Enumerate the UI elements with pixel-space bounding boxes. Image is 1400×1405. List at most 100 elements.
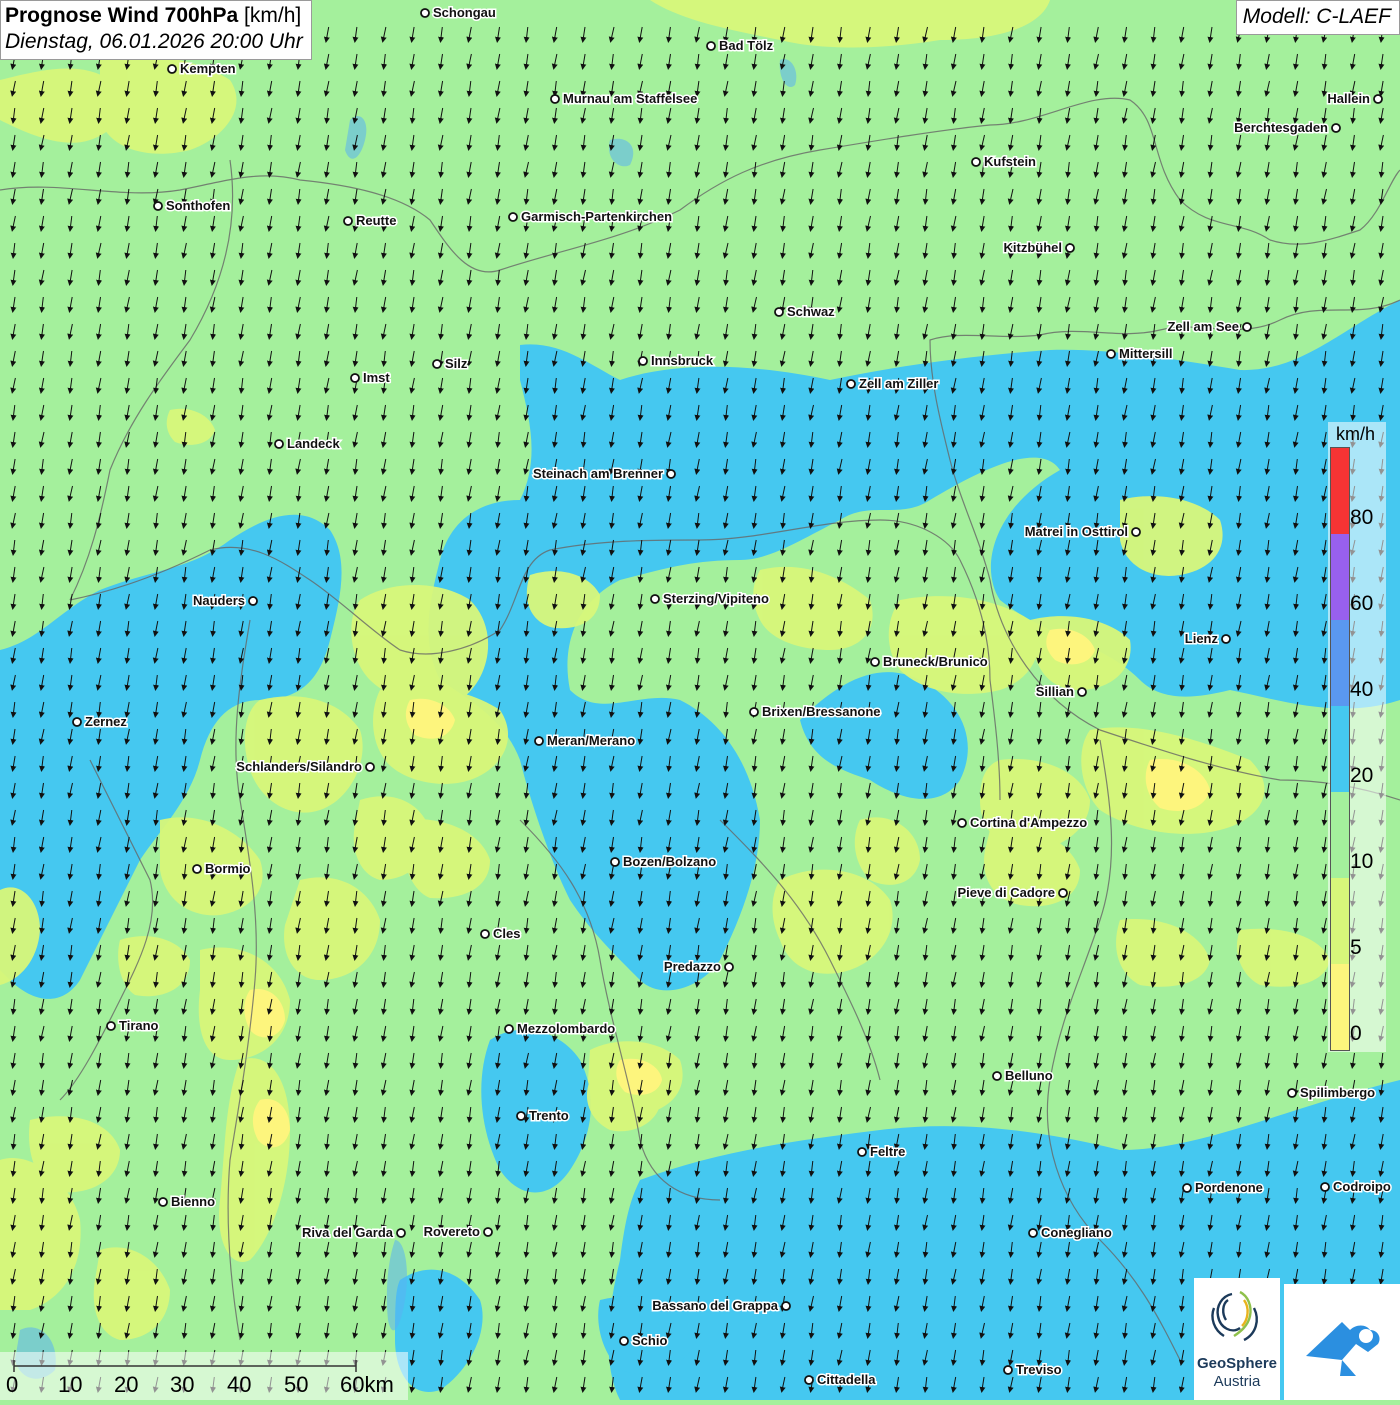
- city-label: Schwaz: [787, 304, 835, 319]
- city-dot-icon: [992, 1071, 1002, 1081]
- city-dot-icon: [1058, 888, 1068, 898]
- city-marker[interactable]: Innsbruck: [638, 352, 715, 370]
- city-label: Landeck: [287, 436, 341, 451]
- app-logo[interactable]: [1284, 1284, 1400, 1400]
- city-dot-icon: [619, 1336, 629, 1346]
- city-label: Brixen/Bressanone: [762, 704, 881, 719]
- city-dot-icon: [638, 356, 648, 366]
- city-marker[interactable]: Spilimbergo: [1287, 1084, 1377, 1102]
- city-marker[interactable]: Matrei in Osttirol: [1023, 523, 1141, 541]
- city-label: Bormio: [205, 861, 251, 876]
- city-label: Kufstein: [984, 154, 1036, 169]
- legend-segment: [1331, 620, 1349, 706]
- city-marker[interactable]: Brixen/Bressanone: [749, 703, 882, 721]
- city-marker[interactable]: Steinach am Brenner: [531, 465, 676, 483]
- legend-tick-label: 20: [1350, 764, 1374, 787]
- city-dot-icon: [158, 1197, 168, 1207]
- city-marker[interactable]: Bassano del Grappa: [651, 1297, 791, 1315]
- city-dot-icon: [650, 594, 660, 604]
- city-dot-icon: [248, 596, 258, 606]
- city-marker[interactable]: Zell am Ziller: [846, 375, 940, 393]
- city-marker[interactable]: Riva del Garda: [300, 1224, 406, 1242]
- city-dot-icon: [72, 717, 82, 727]
- city-dot-icon: [432, 359, 442, 369]
- city-label: Garmisch-Partenkirchen: [521, 209, 672, 224]
- city-marker[interactable]: Schlanders/Silandro: [235, 758, 375, 776]
- city-label: Bassano del Grappa: [652, 1298, 778, 1313]
- city-marker[interactable]: Mezzolombardo: [504, 1020, 617, 1038]
- wind-map[interactable]: Schongau Bad Tölz Kempten Hallein Murnau am …: [0, 0, 1400, 1400]
- city-label: Predazzo: [664, 959, 721, 974]
- city-dot-icon: [706, 41, 716, 51]
- city-dot-icon: [550, 94, 560, 104]
- city-marker[interactable]: Sonthofen: [153, 197, 232, 215]
- city-label: Pieve di Cadore: [957, 885, 1055, 900]
- title-unit: [km/h]: [244, 4, 302, 27]
- city-label: Treviso: [1016, 1362, 1062, 1377]
- scale-label: 50: [284, 1372, 309, 1397]
- city-dot-icon: [153, 201, 163, 211]
- city-dot-icon: [365, 762, 375, 772]
- geosphere-name: GeoSphere: [1196, 1355, 1278, 1372]
- city-marker[interactable]: Garmisch-Partenkirchen: [508, 208, 674, 226]
- city-dot-icon: [1242, 322, 1252, 332]
- legend-segment: [1331, 792, 1349, 878]
- city-marker[interactable]: Sterzing/Vipiteno: [650, 590, 770, 608]
- city-label: Spilimbergo: [1300, 1085, 1375, 1100]
- legend-tick-label: 80: [1350, 506, 1374, 529]
- city-marker[interactable]: Pordenone: [1182, 1179, 1264, 1197]
- city-label: Sterzing/Vipiteno: [663, 591, 769, 606]
- city-label: Bienno: [171, 1194, 215, 1209]
- city-dot-icon: [343, 216, 353, 226]
- city-label: Cles: [493, 926, 520, 941]
- city-label: Kitzbühel: [1004, 240, 1063, 255]
- city-dot-icon: [1287, 1088, 1297, 1098]
- city-dot-icon: [724, 962, 734, 972]
- city-label: Codroipo: [1333, 1179, 1391, 1194]
- city-dot-icon: [1028, 1228, 1038, 1238]
- scale-bar: 0 10 20 30 40 50 60km: [0, 1352, 408, 1400]
- city-dot-icon: [1182, 1183, 1192, 1193]
- city-label: Bozen/Bolzano: [623, 854, 716, 869]
- city-dot-icon: [610, 857, 620, 867]
- city-label: Nauders: [193, 593, 245, 608]
- city-marker[interactable]: Schongau: [420, 4, 497, 22]
- scale-label: 60km: [340, 1372, 394, 1397]
- city-label: Sonthofen: [166, 198, 230, 213]
- city-label: Matrei in Osttirol: [1025, 524, 1128, 539]
- city-label: Riva del Garda: [302, 1225, 394, 1240]
- city-dot-icon: [1131, 527, 1141, 537]
- city-label: Mezzolombardo: [517, 1021, 615, 1036]
- city-dot-icon: [774, 307, 784, 317]
- city-label: Trento: [529, 1108, 569, 1123]
- city-label: Zernez: [85, 714, 127, 729]
- city-dot-icon: [749, 707, 759, 717]
- city-marker[interactable]: Conegliano: [1028, 1224, 1113, 1242]
- city-dot-icon: [192, 864, 202, 874]
- city-marker[interactable]: Pieve di Cadore: [956, 884, 1068, 902]
- city-marker[interactable]: Berchtesgaden: [1233, 119, 1341, 137]
- geosphere-logo[interactable]: GeoSphere Austria: [1194, 1278, 1280, 1400]
- legend-segment: [1331, 534, 1349, 620]
- city-dot-icon: [971, 157, 981, 167]
- city-marker[interactable]: Cortina d'Ampezzo: [957, 814, 1089, 832]
- city-marker[interactable]: Zell am See: [1166, 318, 1252, 336]
- city-dot-icon: [1221, 634, 1231, 644]
- city-label: Innsbruck: [651, 353, 714, 368]
- city-marker[interactable]: Meran/Merano: [534, 732, 637, 750]
- city-marker[interactable]: Murnau am Staffelsee: [550, 90, 699, 108]
- city-marker[interactable]: Bruneck/Brunico: [870, 653, 989, 671]
- city-marker[interactable]: Bozen/Bolzano: [610, 853, 718, 871]
- legend-tick-label: 40: [1350, 678, 1374, 701]
- city-dot-icon: [957, 818, 967, 828]
- map-title-box: Prognose Wind 700hPa [km/h] Dienstag, 06…: [0, 0, 312, 60]
- city-label: Schlanders/Silandro: [236, 759, 362, 774]
- geosphere-country: Austria: [1213, 1373, 1261, 1390]
- city-label: Conegliano: [1041, 1225, 1112, 1240]
- legend-tick-label: 5: [1350, 936, 1362, 959]
- city-label: Sillian: [1036, 684, 1074, 699]
- map-title: Prognose Wind 700hPa [km/h]: [5, 4, 303, 28]
- city-dot-icon: [274, 439, 284, 449]
- city-label: Murnau am Staffelsee: [563, 91, 697, 106]
- city-label: Silz: [445, 356, 468, 371]
